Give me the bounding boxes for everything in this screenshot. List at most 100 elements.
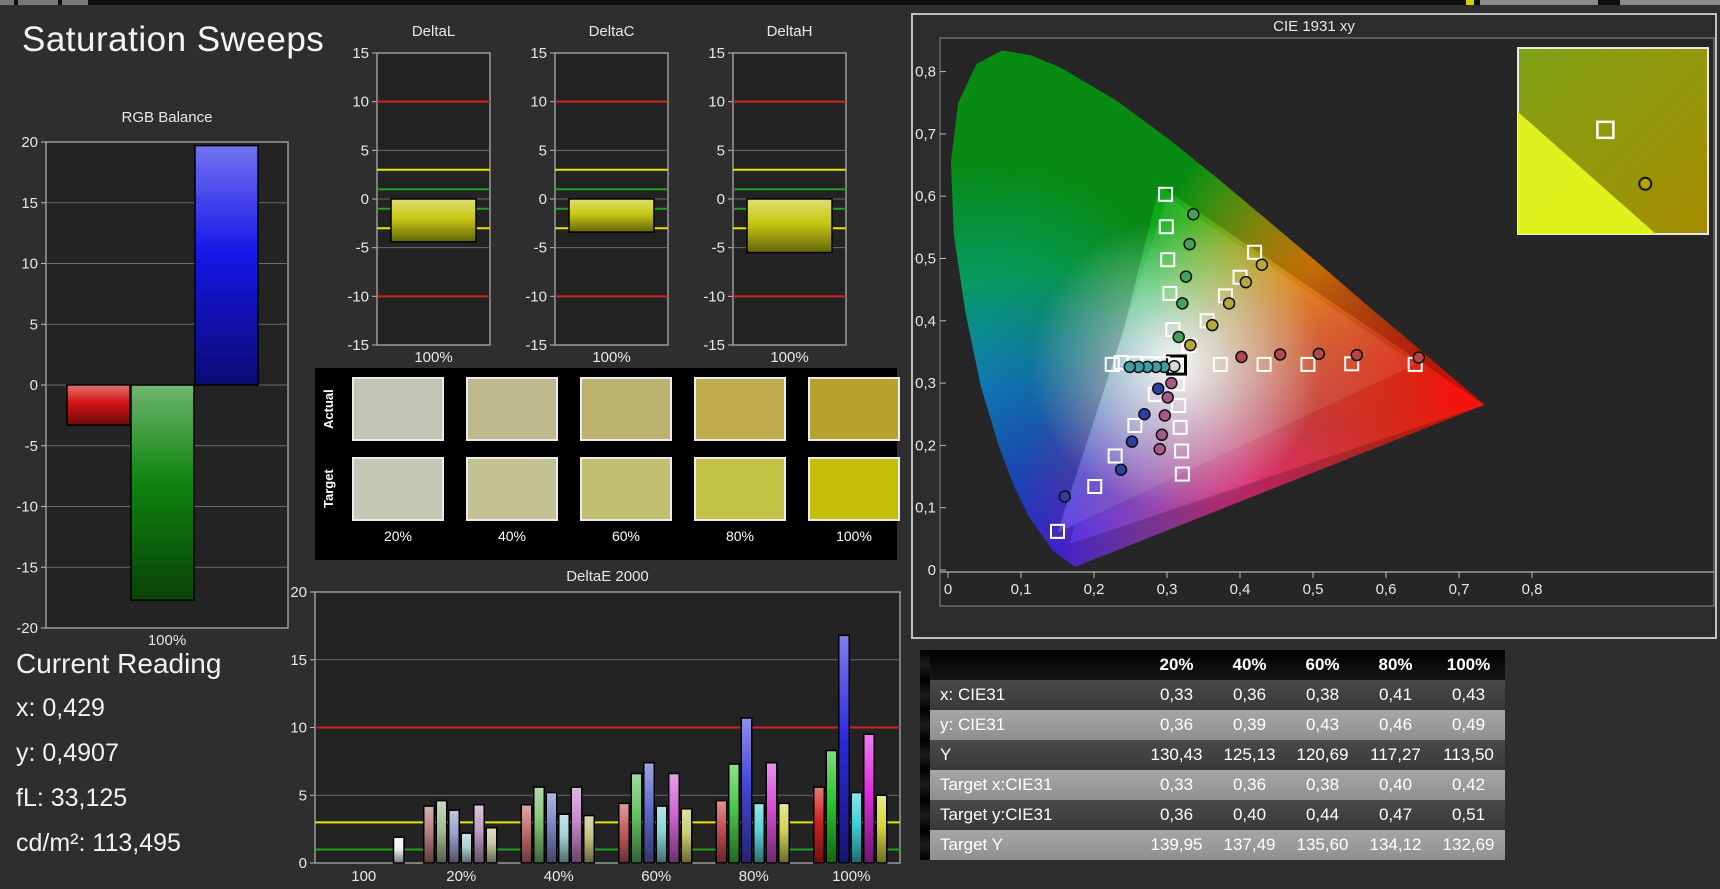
deltae-bar (655, 805, 668, 864)
table-corner-cell (930, 650, 1140, 680)
axis-label: -5 (712, 240, 725, 257)
table-cell: 0,41 (1378, 685, 1413, 704)
deltae-bar (583, 814, 595, 864)
table-cell: 0,33 (1159, 685, 1194, 704)
table-header-cell: 80% (1378, 655, 1413, 674)
table-cell: 132,69 (1442, 835, 1495, 854)
current-reading-panel: Current Reading x: 0,429 y: 0,4907 fL: 3… (16, 648, 221, 874)
table-header-cell: 40% (1232, 655, 1267, 674)
measured-marker-red (1312, 347, 1326, 361)
measured-marker-blue (1114, 463, 1128, 476)
delta-meter-0-x-label: 100% (414, 349, 452, 366)
axis-label: 15 (21, 195, 38, 212)
swatch-target-100% (808, 457, 900, 521)
table-cell: 137,49 (1223, 835, 1276, 854)
current-reading-y: y: 0,4907 (16, 739, 119, 767)
current-reading-x: x: 0,429 (16, 694, 105, 722)
table-cell: 0,36 (1232, 775, 1267, 794)
table-row-label: Target x:CIE31 (940, 775, 1053, 794)
cie-y-tick: 0,3 (915, 375, 936, 392)
table-cell: 130,43 (1150, 745, 1203, 764)
cie-y-tick: 0,2 (915, 437, 936, 454)
measured-marker-blue (1125, 435, 1139, 448)
table-cell: 0,51 (1451, 805, 1486, 824)
axis-label: 15 (352, 45, 369, 62)
deltae-bar (728, 763, 740, 864)
table-cell: 0,40 (1378, 775, 1413, 794)
table-cell: 0,49 (1451, 715, 1486, 734)
measured-marker-blue (1138, 408, 1151, 421)
axis-label: -5 (25, 438, 38, 455)
deltae-group-label: 60% (641, 868, 671, 885)
deltae-bar (392, 836, 405, 864)
table-row-label: x: CIE31 (940, 685, 1006, 704)
table-cell: 0,43 (1305, 715, 1340, 734)
table-row: Y 130,43 125,13 120,69 117,27 113,50 (920, 740, 1505, 770)
bar-green (130, 384, 195, 601)
table-cell: 0,44 (1305, 805, 1340, 824)
deltae-group-label: 100 (351, 868, 376, 885)
table-row: Target Y 139,95 137,49 135,60 134,12 132,69 (920, 830, 1505, 860)
table-cell: 0,38 (1305, 775, 1340, 794)
table-cell: 0,47 (1378, 805, 1413, 824)
axis-label: 10 (290, 720, 307, 737)
axis-label: -10 (525, 288, 547, 305)
cie-y-tick: 0,5 (915, 251, 936, 268)
deltae-bar (643, 761, 655, 864)
measured-marker-magenta (1161, 391, 1174, 404)
rgb-balance-title: RGB Balance (122, 109, 213, 126)
axis-label: 5 (30, 316, 38, 333)
axis-label: -10 (347, 288, 369, 305)
deltae-bar (520, 803, 533, 864)
measured-marker-green (1187, 208, 1200, 221)
deltae-bar (863, 733, 875, 864)
measured-marker-magenta (1158, 409, 1172, 422)
delta-meter-0-title: DeltaL (412, 23, 455, 40)
table-left-strip (920, 680, 930, 710)
cie-x-tick: 0,6 (1376, 581, 1397, 598)
measured-marker-red (1273, 348, 1287, 361)
measured-marker-magenta (1165, 376, 1178, 390)
measured-marker-magenta (1155, 428, 1169, 442)
deltae-bar (435, 799, 448, 864)
cie-y-tick: 0,6 (915, 188, 936, 205)
axis-label: 10 (530, 94, 547, 111)
deltae-bar (423, 805, 435, 864)
table-header-cell: 20% (1159, 655, 1194, 674)
delta-meter-2-title: DeltaH (767, 23, 813, 40)
axis-label: 5 (717, 142, 725, 159)
table-row-label: Y (940, 745, 952, 764)
table-header-row: 20% 40% 60% 80% 100% (920, 650, 1505, 680)
swatch-target-40% (466, 457, 558, 521)
deltae-group-label: 100% (832, 868, 870, 885)
table-cell: 134,12 (1369, 835, 1422, 854)
measured-marker-green (1179, 270, 1193, 283)
deltae-bar (825, 749, 838, 864)
deltae-group-label: 80% (739, 868, 769, 885)
rgb-balance-x-label: 100% (148, 632, 186, 649)
table-header-cell: 60% (1305, 655, 1340, 674)
axis-label: -10 (703, 288, 725, 305)
measured-marker-red (1235, 350, 1248, 364)
table-header-cell: 100% (1446, 655, 1491, 674)
swatch-target-60% (580, 457, 672, 521)
deltae-bar (558, 813, 570, 864)
table-row: y: CIE31 0,36 0,39 0,43 0,46 0,49 (920, 710, 1505, 740)
table-cell: 120,69 (1296, 745, 1349, 764)
table-cell: 117,27 (1370, 745, 1421, 764)
deltae-bar (850, 791, 863, 864)
table-cell: 0,33 (1159, 775, 1194, 794)
deltae-bar (838, 634, 850, 864)
deltae-group-label: 20% (446, 868, 476, 885)
cie-x-tick: 0,2 (1084, 581, 1105, 598)
axis-label: 5 (299, 787, 307, 804)
axis-label: -5 (534, 240, 547, 257)
bar-deltac (568, 198, 655, 233)
axis-label: 15 (290, 652, 307, 669)
axis-label: 10 (21, 256, 38, 273)
current-reading-title: Current Reading (16, 648, 222, 679)
measured-marker-green (1183, 237, 1196, 251)
swatch-actual-100% (808, 377, 900, 441)
cie-x-tick: 0,3 (1157, 581, 1178, 598)
measured-marker-yellow (1255, 258, 1269, 271)
